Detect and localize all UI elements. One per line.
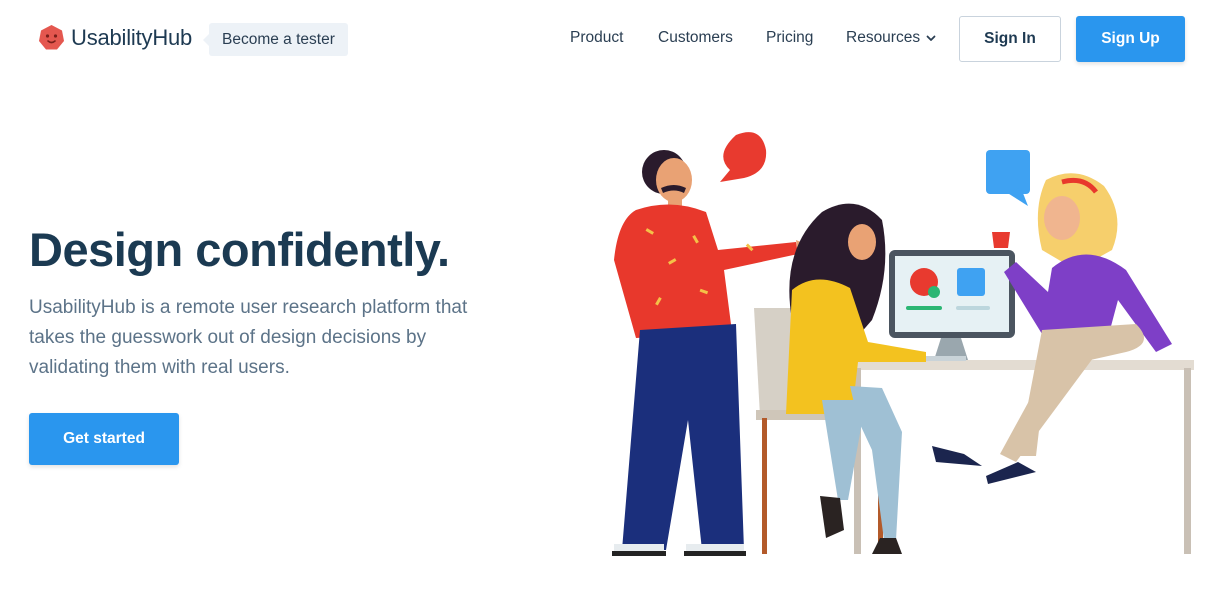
nav-product[interactable]: Product — [570, 29, 623, 47]
logo-mark-icon — [39, 25, 64, 50]
hero-title: Design confidently. — [29, 223, 450, 276]
sign-in-button[interactable]: Sign In — [959, 16, 1061, 62]
logo[interactable]: UsabilityHub — [38, 24, 192, 51]
site-header: UsabilityHub Become a tester Product Cus… — [0, 0, 1207, 78]
sign-up-button[interactable]: Sign Up — [1076, 16, 1185, 62]
get-started-button[interactable]: Get started — [29, 413, 179, 465]
chevron-down-icon — [926, 35, 936, 41]
become-tester-button[interactable]: Become a tester — [203, 23, 348, 56]
hero-illustration — [612, 132, 1194, 556]
hero-subtitle: UsabilityHub is a remote user research p… — [29, 297, 468, 378]
nav-pricing[interactable]: Pricing — [766, 29, 813, 47]
nav-resources[interactable]: Resources — [846, 29, 936, 47]
nav-customers[interactable]: Customers — [658, 29, 733, 47]
nav-resources-label: Resources — [846, 29, 921, 46]
logo-text: UsabilityHub — [71, 24, 193, 50]
